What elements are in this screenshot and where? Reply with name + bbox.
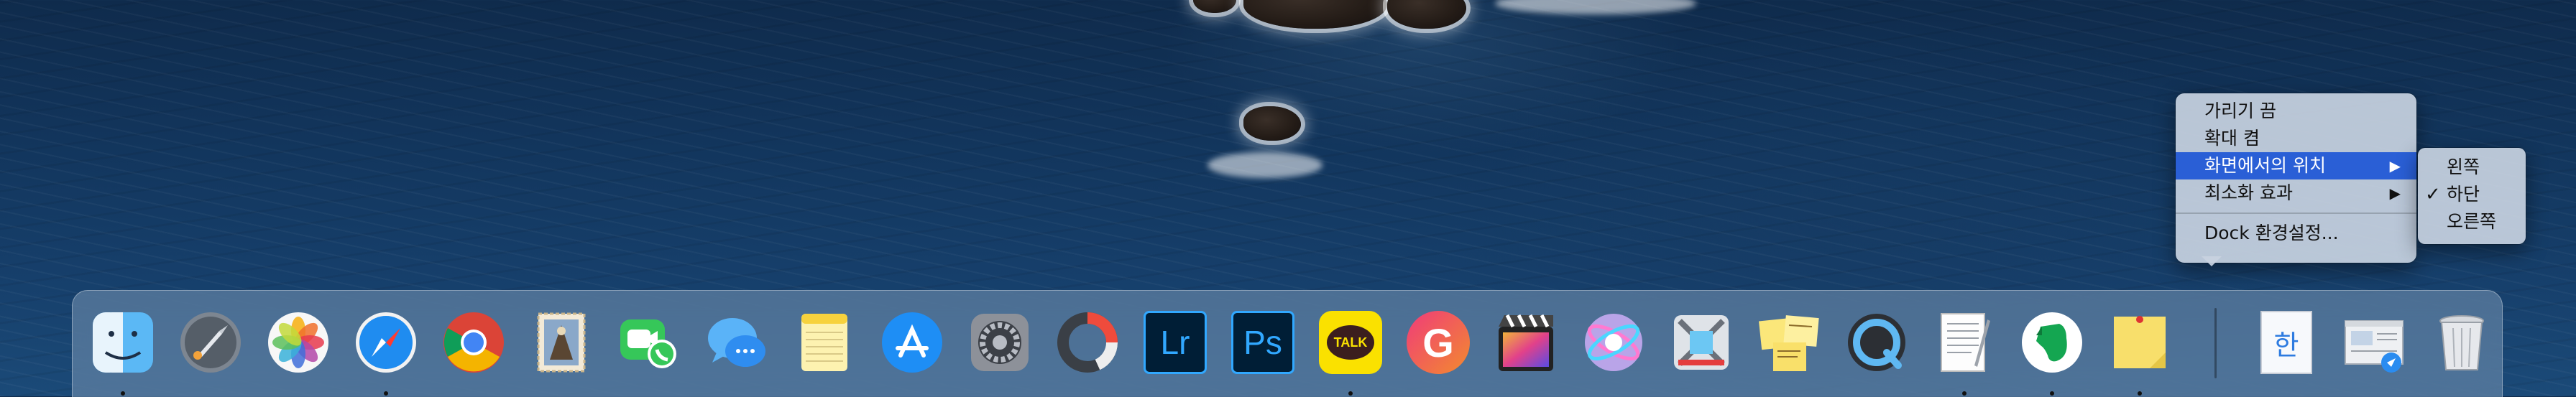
position-submenu: 왼쪽 ✓ 하단 오른쪽 (2418, 148, 2526, 244)
photoshop-label: Ps (1243, 324, 1282, 361)
dock-item-messages[interactable] (701, 307, 773, 378)
compressor-icon (1667, 308, 1736, 377)
menu-separator (2176, 212, 2416, 214)
grammarly-label: G (1422, 319, 1454, 365)
menu-item-label: 가리기 끔 (2204, 101, 2276, 121)
submenu-item-bottom[interactable]: ✓ 하단 (2418, 181, 2526, 208)
menu-item-hiding-off[interactable]: 가리기 끔 (2176, 98, 2416, 125)
messages-icon (702, 308, 771, 377)
running-indicator (1348, 391, 1353, 396)
istat-menus-icon (1053, 308, 1122, 377)
quicktime-icon (1842, 308, 1911, 377)
chrome-icon (439, 308, 508, 377)
hancom-label: 한 (2273, 329, 2299, 361)
photoshop-icon: Ps (1228, 308, 1297, 377)
dock-item-evernote[interactable] (2016, 307, 2088, 396)
system-preferences-icon (965, 308, 1034, 377)
mail-icon (527, 308, 596, 377)
menu-item-magnification-on[interactable]: 확대 켬 (2176, 125, 2416, 152)
running-indicator (2138, 391, 2142, 396)
dock-item-final-cut-pro[interactable] (1490, 307, 1562, 378)
menu-item-position-on-screen[interactable]: 화면에서의 위치 ▶ (2176, 152, 2416, 179)
sea-foam (1208, 152, 1322, 178)
grammarly-icon: G (1404, 308, 1473, 377)
dock-separator (2214, 308, 2217, 378)
dock-item-facetime[interactable] (613, 307, 685, 378)
submenu-item-label: 왼쪽 (2447, 157, 2480, 177)
evernote-icon (2018, 308, 2087, 377)
running-indicator (121, 391, 125, 396)
lightroom-icon: Lr (1141, 308, 1210, 377)
menu-pointer (2202, 256, 2222, 266)
hancom-document-icon: 한 (2252, 308, 2321, 377)
dock-item-photoshop[interactable]: Ps (1227, 307, 1299, 378)
dock-item-system-preferences[interactable] (964, 307, 1036, 378)
app-store-icon (878, 308, 947, 377)
submenu-item-right[interactable]: 오른쪽 (2418, 208, 2526, 235)
safari-icon (351, 308, 420, 377)
menu-item-label: 화면에서의 위치 (2204, 155, 2326, 176)
menu-item-dock-preferences[interactable]: Dock 환경설정... (2176, 220, 2416, 247)
kakaotalk-label: TALK (1333, 335, 1368, 350)
dock-item-photos[interactable] (262, 307, 334, 378)
dock-item-compressor[interactable] (1665, 307, 1737, 378)
running-indicator (2050, 391, 2054, 396)
submenu-arrow-icon: ▶ (2389, 185, 2401, 202)
dock-item-trash[interactable] (2426, 307, 2498, 378)
kakaotalk-icon: TALK (1316, 308, 1385, 377)
notes-icon (790, 308, 859, 377)
finder-icon (88, 308, 157, 377)
submenu-arrow-icon: ▶ (2389, 157, 2401, 174)
dock-item-lightroom[interactable]: Lr (1139, 307, 1211, 378)
dock: Lr Ps TALK G 한 (72, 290, 2503, 397)
checkmark-icon: ✓ (2425, 184, 2441, 205)
dock-item-mail[interactable] (525, 307, 597, 378)
submenu-item-label: 오른쪽 (2447, 211, 2497, 232)
dock-item-chrome[interactable] (438, 307, 510, 378)
dock-item-notes[interactable] (788, 307, 860, 378)
dock-item-launchpad[interactable] (175, 307, 247, 378)
running-indicator (384, 391, 388, 396)
running-indicator (1962, 391, 1966, 396)
island-rock (1243, 106, 1301, 141)
stickies-icon (1754, 308, 1823, 377)
dock-item-grammarly[interactable]: G (1402, 307, 1474, 378)
dock-item-kakaotalk[interactable]: TALK (1315, 307, 1386, 396)
dock-item-textedit[interactable] (1928, 307, 2000, 396)
dock-item-preview-window[interactable] (2338, 307, 2410, 378)
textedit-icon (1930, 308, 1999, 377)
dock-item-finder[interactable] (87, 307, 159, 396)
menu-item-label: 최소화 효과 (2204, 182, 2293, 203)
dock-item-istat-menus[interactable] (1052, 307, 1123, 378)
dock-item-app-store[interactable] (876, 307, 948, 378)
motion-icon (1579, 308, 1648, 377)
sticky-note-icon (2105, 308, 2174, 377)
submenu-item-left[interactable]: 왼쪽 (2418, 154, 2526, 181)
dock-item-safari[interactable] (350, 307, 422, 396)
facetime-icon (615, 308, 684, 377)
dock-item-stickies[interactable] (1753, 307, 1825, 378)
dock-item-motion[interactable] (1578, 307, 1650, 378)
launchpad-icon (176, 308, 245, 377)
menu-item-label: 확대 켬 (2204, 128, 2260, 149)
preview-window-icon (2340, 308, 2409, 377)
final-cut-pro-icon (1491, 308, 1560, 377)
dock-item-sticky-note[interactable] (2104, 307, 2176, 396)
dock-context-menu: 가리기 끔 확대 켬 화면에서의 위치 ▶ 최소화 효과 ▶ Dock 환경설정… (2176, 93, 2416, 263)
dock-item-quicktime[interactable] (1841, 307, 1913, 378)
menu-item-minimize-effect[interactable]: 최소화 효과 ▶ (2176, 179, 2416, 207)
lightroom-label: Lr (1160, 324, 1190, 361)
submenu-item-label: 하단 (2447, 184, 2480, 205)
dock-item-hancom-document[interactable]: 한 (2250, 307, 2322, 378)
menu-item-label: Dock 환경설정... (2204, 223, 2339, 243)
photos-icon (264, 308, 333, 377)
trash-icon (2427, 308, 2496, 377)
